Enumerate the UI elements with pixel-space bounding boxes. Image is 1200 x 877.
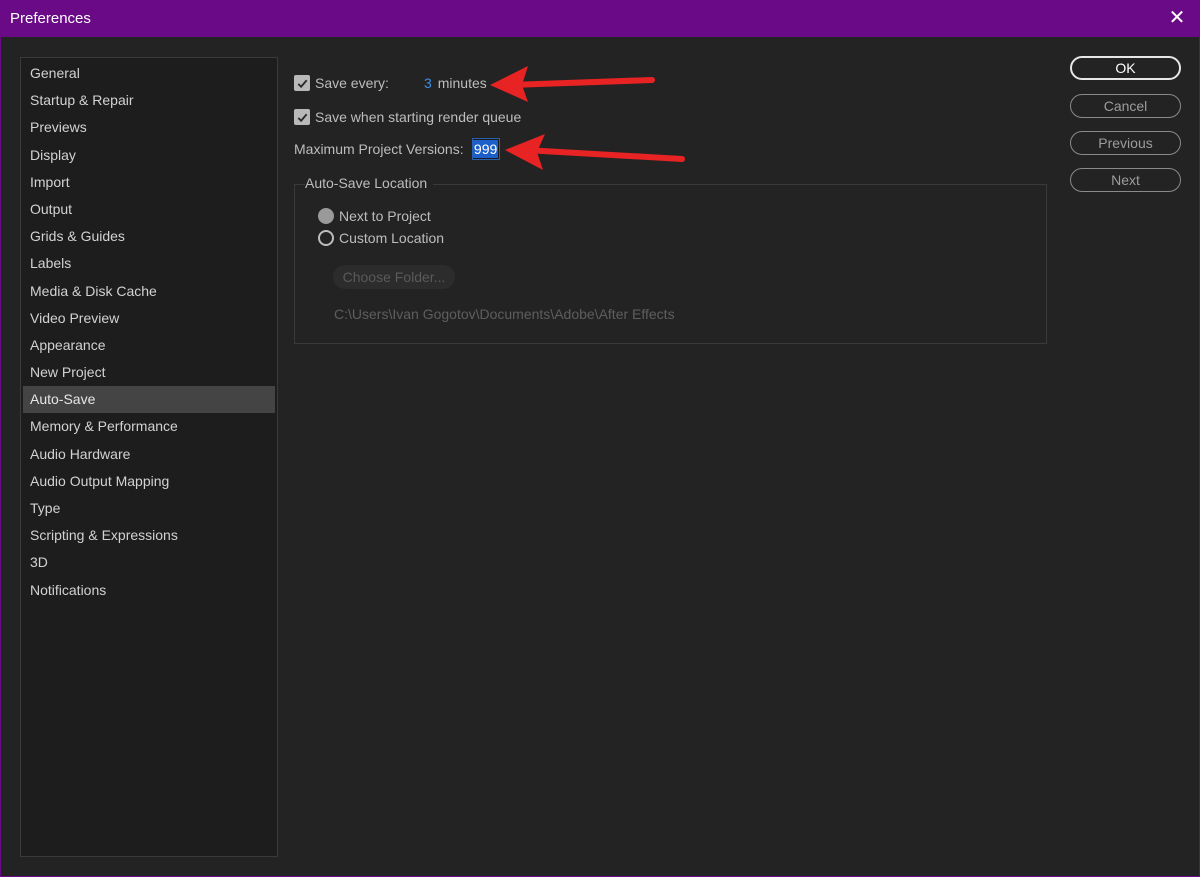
cancel-button[interactable]: Cancel <box>1070 94 1181 118</box>
sidebar-item-general[interactable]: General <box>23 60 275 87</box>
sidebar-item-notifications[interactable]: Notifications <box>23 577 275 604</box>
sidebar-item-previews[interactable]: Previews <box>23 114 275 141</box>
save-render-queue-row: Save when starting render queue <box>294 109 521 125</box>
save-every-row: Save every: 3 minutes <box>294 75 487 91</box>
sidebar-item-import[interactable]: Import <box>23 169 275 196</box>
close-icon[interactable]: ✕ <box>1166 7 1188 29</box>
ok-button[interactable]: OK <box>1070 56 1181 80</box>
sidebar-item-audio-output-mapping[interactable]: Audio Output Mapping <box>23 468 275 495</box>
annotation-arrow-icon <box>505 134 685 170</box>
sidebar-item-auto-save[interactable]: Auto-Save <box>23 386 275 414</box>
sidebar-item-media-disk-cache[interactable]: Media & Disk Cache <box>23 278 275 305</box>
previous-button[interactable]: Previous <box>1070 131 1181 155</box>
checkmark-icon <box>297 79 307 88</box>
auto-save-location-legend: Auto-Save Location <box>305 175 434 191</box>
max-versions-label: Maximum Project Versions: <box>294 141 464 157</box>
sidebar-item-labels[interactable]: Labels <box>23 250 275 277</box>
sidebar-item-new-project[interactable]: New Project <box>23 359 275 386</box>
sidebar-item-startup-repair[interactable]: Startup & Repair <box>23 87 275 114</box>
next-to-project-row: Next to Project <box>318 208 431 224</box>
custom-location-radio[interactable] <box>318 230 334 246</box>
save-render-queue-label: Save when starting render queue <box>315 109 522 125</box>
annotation-arrow-icon <box>490 66 655 102</box>
sidebar-item-3d[interactable]: 3D <box>23 549 275 576</box>
save-every-checkbox[interactable] <box>294 75 310 91</box>
sidebar-item-appearance[interactable]: Appearance <box>23 332 275 359</box>
auto-save-path: C:\Users\Ivan Gogotov\Documents\Adobe\Af… <box>334 306 675 322</box>
sidebar-item-memory-performance[interactable]: Memory & Performance <box>23 413 275 440</box>
max-versions-input[interactable]: 999 <box>471 138 500 160</box>
max-versions-row: Maximum Project Versions: 999 <box>294 138 500 160</box>
max-versions-value: 999 <box>472 140 499 158</box>
sidebar-item-grids-guides[interactable]: Grids & Guides <box>23 223 275 250</box>
sidebar-item-display[interactable]: Display <box>23 142 275 169</box>
preferences-category-list: General Startup & Repair Previews Displa… <box>20 57 278 857</box>
checkmark-icon <box>297 113 307 122</box>
sidebar-item-audio-hardware[interactable]: Audio Hardware <box>23 441 275 468</box>
next-to-project-radio[interactable] <box>318 208 334 224</box>
save-every-minutes-value[interactable]: 3 <box>424 75 432 91</box>
window-title: Preferences <box>10 10 91 27</box>
next-to-project-label: Next to Project <box>339 208 431 224</box>
custom-location-label: Custom Location <box>339 230 445 246</box>
next-button[interactable]: Next <box>1070 168 1181 192</box>
sidebar-item-scripting-expressions[interactable]: Scripting & Expressions <box>23 522 275 549</box>
sidebar-item-output[interactable]: Output <box>23 196 275 223</box>
custom-location-row: Custom Location <box>318 230 444 246</box>
sidebar-item-type[interactable]: Type <box>23 495 275 522</box>
save-every-unit: minutes <box>437 75 487 91</box>
save-render-queue-checkbox[interactable] <box>294 109 310 125</box>
save-every-label: Save every: <box>315 75 389 91</box>
title-bar: Preferences ✕ <box>0 0 1200 37</box>
sidebar-item-video-preview[interactable]: Video Preview <box>23 305 275 332</box>
choose-folder-button[interactable]: Choose Folder... <box>333 265 455 289</box>
